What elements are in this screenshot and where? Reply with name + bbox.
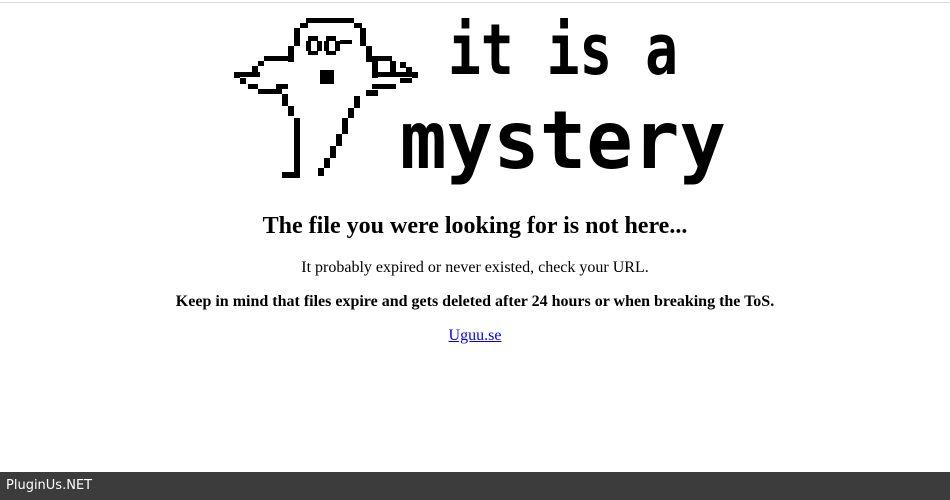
- pixel-ghost-icon: [234, 18, 418, 178]
- mystery-banner: it is a mystery: [234, 18, 730, 188]
- hero-line-2: mystery: [400, 94, 726, 187]
- hero-line-1: it is a: [448, 18, 678, 91]
- expired-explanation: It probably expired or never existed, ch…: [301, 259, 649, 276]
- expiry-notice: Keep in mind that files expire and gets …: [175, 293, 775, 310]
- page-title: The file you were looking for is not her…: [262, 213, 688, 239]
- footer-brand: PluginUs.NET: [6, 478, 93, 493]
- home-link-container: Uguu.se: [0, 326, 950, 346]
- footer-bar: PluginUs.NET: [0, 472, 950, 500]
- home-link[interactable]: Uguu.se: [449, 327, 502, 344]
- top-divider: [0, 2, 950, 3]
